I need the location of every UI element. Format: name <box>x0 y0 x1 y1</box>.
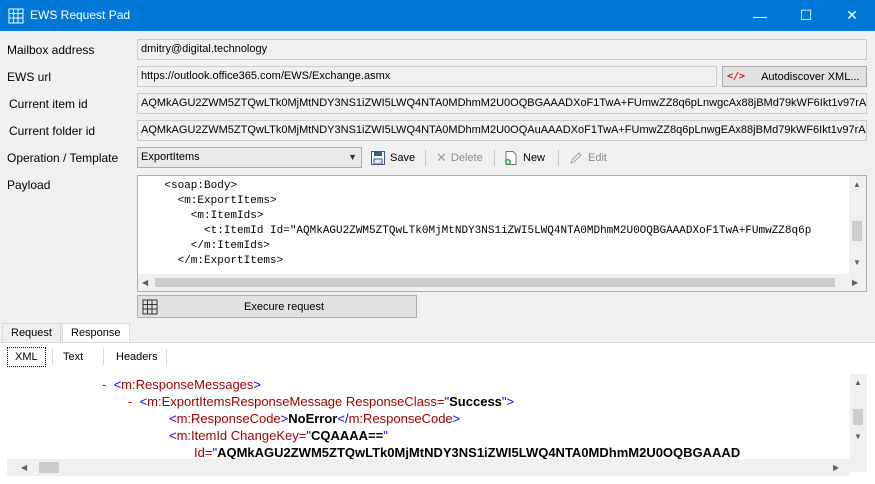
scroll-down-icon[interactable]: ▼ <box>854 432 862 441</box>
save-icon <box>371 150 385 165</box>
new-button[interactable]: New <box>503 147 545 168</box>
ews-url-label: EWS url <box>7 70 52 84</box>
xml-horizontal-scrollbar[interactable]: ◀ ▶ <box>7 459 850 476</box>
autodiscover-button[interactable]: </> Autodiscover XML... <box>722 66 867 87</box>
scroll-up-icon[interactable]: ▲ <box>853 180 861 189</box>
toolbar-separator <box>558 150 559 166</box>
xml-line-export-message: - <m:ExportItemsResponseMessage Response… <box>128 394 515 409</box>
scroll-thumb[interactable] <box>852 221 862 241</box>
response-panel: XML Text Headers - <m:ResponseMessages> … <box>0 342 875 484</box>
minimize-icon: — <box>753 7 767 24</box>
toolbar-separator <box>494 150 495 166</box>
close-icon: ✕ <box>846 7 858 23</box>
scroll-thumb[interactable] <box>155 278 835 287</box>
grid-icon <box>142 299 158 314</box>
mailbox-label: Mailbox address <box>7 43 95 57</box>
execute-label: Execure request <box>244 300 325 313</box>
autodiscover-label: Autodiscover XML... <box>761 70 860 83</box>
xml-line-id: Id="AQMkAGU2ZWM5ZTQwLTk0MjMtNDY3NS1iZWI5… <box>194 445 741 460</box>
edit-button[interactable]: Edit <box>568 147 607 168</box>
scroll-right-icon[interactable]: ▶ <box>833 463 839 472</box>
scroll-down-icon[interactable]: ▼ <box>853 258 861 267</box>
item-id-label: Current item id <box>9 97 88 111</box>
operation-label: Operation / Template <box>7 151 119 165</box>
xml-vertical-scrollbar[interactable]: ▲ ▼ <box>850 374 867 472</box>
close-button[interactable]: ✕ <box>829 0 875 31</box>
payload-editor[interactable]: <soap:Body> <m:ExportItems> <m:ItemIds> … <box>137 175 867 292</box>
tab-request[interactable]: Request <box>2 323 61 343</box>
save-label: Save <box>390 151 416 164</box>
response-tabs: Request Response <box>0 323 875 343</box>
scroll-thumb[interactable] <box>853 409 863 425</box>
maximize-button[interactable]: ☐ <box>783 0 829 31</box>
ews-url-field[interactable]: https://outlook.office365.com/EWS/Exchan… <box>137 66 717 87</box>
pencil-icon <box>570 151 582 164</box>
operation-select[interactable]: ExportItems ▼ <box>137 147 362 168</box>
scroll-up-icon[interactable]: ▲ <box>854 378 862 387</box>
tab-response[interactable]: Response <box>62 323 130 343</box>
scroll-left-icon[interactable]: ◀ <box>21 463 27 472</box>
toolbar-separator <box>425 150 426 166</box>
edit-label: Edit <box>588 151 607 164</box>
xml-line-response-code: <m:ResponseCode>NoError</m:ResponseCode> <box>169 411 461 426</box>
delete-button[interactable]: ✕ Delete <box>436 147 483 168</box>
operation-value: ExportItems <box>141 151 200 163</box>
new-label: New <box>523 151 546 164</box>
xml-line-response-messages: - <m:ResponseMessages> <box>102 377 261 392</box>
payload-vertical-scrollbar[interactable]: ▲ ▼ <box>849 176 866 274</box>
execute-request-button[interactable]: Execure request <box>137 295 417 318</box>
minimize-button[interactable]: — <box>737 0 783 31</box>
payload-label: Payload <box>7 178 51 192</box>
payload-horizontal-scrollbar[interactable]: ◀ ▶ <box>138 274 866 291</box>
mailbox-field[interactable]: dmitry@digital.technology <box>137 39 867 60</box>
scroll-left-icon[interactable]: ◀ <box>142 278 148 287</box>
folder-id-label: Current folder id <box>9 124 96 138</box>
scroll-thumb[interactable] <box>39 462 59 473</box>
delete-label: Delete <box>450 151 483 164</box>
scroll-right-icon[interactable]: ▶ <box>852 278 858 287</box>
tab-xml[interactable]: XML <box>7 347 46 367</box>
tab-divider <box>52 349 53 365</box>
xml-tree-view[interactable]: - <m:ResponseMessages> - <m:ExportItemsR… <box>7 374 867 472</box>
chevron-down-icon: ▼ <box>348 152 357 162</box>
main-form: Mailbox address dmitry@digital.technolog… <box>0 31 875 484</box>
title-bar: EWS Request Pad — ☐ ✕ <box>0 0 875 31</box>
new-document-icon <box>505 150 517 165</box>
window-title: EWS Request Pad <box>30 8 131 22</box>
payload-text: <soap:Body> <m:ExportItems> <m:ItemIds> … <box>164 180 812 267</box>
xml-line-item-id: <m:ItemId ChangeKey="CQAAAA==" <box>169 428 388 443</box>
tab-text[interactable]: Text <box>55 347 92 367</box>
item-id-field[interactable]: AQMkAGU2ZWM5ZTQwLTk0MjMtNDY3NS1iZWI5LWQ4… <box>137 93 867 114</box>
code-icon: </> <box>727 71 746 82</box>
delete-icon: ✕ <box>436 149 447 165</box>
tab-headers[interactable]: Headers <box>108 347 166 367</box>
tab-divider <box>166 349 167 365</box>
save-button[interactable]: Save <box>370 147 415 168</box>
maximize-icon: ☐ <box>799 7 813 23</box>
tab-divider <box>103 349 104 365</box>
folder-id-field[interactable]: AQMkAGU2ZWM5ZTQwLTk0MjMtNDY3NS1iZWI5LWQ4… <box>137 120 867 141</box>
app-icon <box>8 8 24 24</box>
